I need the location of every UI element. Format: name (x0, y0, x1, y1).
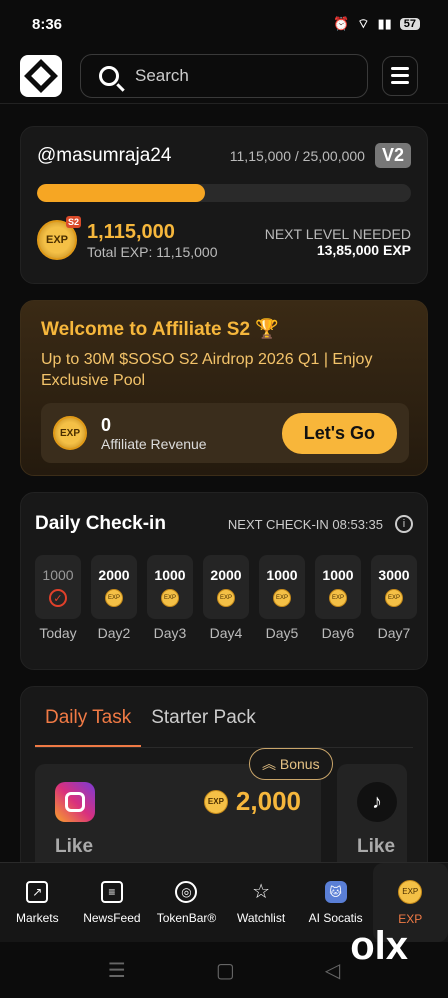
next-level-label: NEXT LEVEL NEEDED (264, 226, 411, 242)
recent-apps-icon[interactable]: ☰ (108, 958, 126, 983)
nav-tokenbar[interactable]: ◎ TokenBar® (149, 863, 224, 942)
bonus-badge[interactable]: ︽ Bonus (249, 748, 333, 780)
exp-coin-icon: EXP (203, 789, 228, 814)
exp-coin-icon: EXP (53, 416, 87, 450)
logo-mark-icon (24, 58, 58, 93)
status-bar: 8:36 ⏰ ⌔ ▮▮ 57 (0, 0, 448, 48)
search-placeholder: Search (135, 65, 189, 85)
task-label: Like (357, 836, 396, 857)
exp-coin-icon: EXP (385, 589, 403, 607)
exp-coin-icon: EXP (217, 589, 235, 607)
app-logo[interactable] (20, 54, 62, 97)
exp-progress-fill (37, 184, 206, 202)
task-label: Like (55, 836, 94, 857)
back-icon[interactable]: ◁ (325, 958, 340, 983)
checkin-day-7[interactable]: 3000 EXP Day7 (371, 555, 417, 641)
instagram-icon (55, 782, 95, 822)
next-checkin-timer: NEXT CHECK-IN 08:53:35 (227, 516, 383, 532)
next-level-value: 13,85,000 EXP (316, 242, 411, 258)
lets-go-button[interactable]: Let's Go (281, 412, 397, 454)
wifi-icon: ⌔ (357, 16, 370, 31)
checkin-day-4[interactable]: 2000 EXP Day4 (203, 555, 249, 641)
checkin-day-6[interactable]: 1000 EXP Day6 (315, 555, 361, 641)
checkin-day-3[interactable]: 1000 EXP Day3 (147, 555, 193, 641)
star-icon: ☆ (252, 881, 271, 903)
exp-coin-icon: EXP (161, 589, 179, 607)
chart-icon: ↗ (26, 880, 49, 903)
tiktok-icon: ♪ (357, 782, 397, 822)
status-icons: ⏰ ⌔ ▮▮ 57 (333, 16, 420, 32)
affiliate-title: Welcome to Affiliate S2 🏆 (41, 319, 279, 340)
top-bar: Search (0, 48, 448, 104)
signal-icon: ▮▮ (377, 16, 392, 31)
username: @masumraja24 (37, 144, 172, 166)
checkin-day-today[interactable]: 1000 ✓ Today (35, 555, 81, 641)
newspaper-icon: ≡ (100, 880, 123, 903)
checkin-days: 1000 ✓ Today 2000 EXP Day2 1000 EXP Day3 20… (35, 555, 417, 641)
hamburger-menu-icon[interactable] (382, 55, 418, 96)
profile-card: @masumraja24 11,15,000 / 25,00,000 V2 S2… (20, 126, 428, 284)
exp-progress-bar (37, 184, 411, 202)
exp-coin-icon: EXP (329, 589, 347, 607)
alarm-icon: ⏰ (333, 16, 350, 31)
affiliate-revenue-value: 0 (101, 414, 112, 435)
exp-coin-icon: S2 EXP (37, 216, 81, 260)
exp-coin-icon: EXP (398, 879, 423, 904)
affiliate-card: Welcome to Affiliate S2 🏆 Up to 30M $SOS… (20, 300, 428, 476)
tab-daily-task[interactable]: Daily Task (35, 703, 142, 747)
exp-value: 1,115,000 (87, 220, 175, 243)
checked-icon: ✓ (49, 589, 67, 607)
affiliate-subtitle: Up to 30M $SOSO S2 Airdrop 2026 Q1 | Enj… (41, 351, 373, 389)
ai-cat-icon: 🐱 (324, 880, 347, 903)
tokenbar-icon: ◎ (175, 880, 198, 903)
nav-newsfeed[interactable]: ≡ NewsFeed (75, 863, 150, 942)
search-input[interactable]: Search (80, 53, 368, 98)
exp-coin-icon: EXP (105, 589, 123, 607)
affiliate-revenue-box: EXP 0 Affiliate Revenue Let's Go (41, 403, 409, 463)
checkin-day-2[interactable]: 2000 EXP Day2 (91, 555, 137, 641)
system-nav-bar: ☰ ▢ ◁ (0, 942, 448, 998)
level-badge: V2 (374, 143, 411, 168)
status-time: 8:36 (32, 15, 63, 33)
tasks-card: Daily Task Starter Pack ︽ Bonus EXP 2,00… (20, 686, 428, 886)
home-icon[interactable]: ▢ (216, 958, 235, 983)
checkin-day-5[interactable]: 1000 EXP Day5 (259, 555, 305, 641)
daily-checkin-card: Daily Check-in NEXT CHECK-IN 08:53:35 i … (20, 492, 428, 670)
checkin-title: Daily Check-in (35, 513, 166, 534)
total-exp: Total EXP: 11,15,000 (87, 243, 218, 260)
exp-progress-text: 11,15,000 / 25,00,000 (229, 147, 365, 164)
info-icon[interactable]: i (395, 515, 413, 533)
battery-icon: 57 (399, 18, 420, 30)
affiliate-revenue-label: Affiliate Revenue (101, 435, 207, 452)
tab-starter-pack[interactable]: Starter Pack (141, 703, 266, 747)
task-tabs: Daily Task Starter Pack (35, 703, 413, 748)
task-reward: EXP 2,000 (203, 786, 301, 817)
exp-coin-icon: EXP (273, 589, 291, 607)
nav-watchlist[interactable]: ☆ Watchlist (224, 863, 299, 942)
search-icon (99, 65, 119, 86)
nav-markets[interactable]: ↗ Markets (0, 863, 75, 942)
